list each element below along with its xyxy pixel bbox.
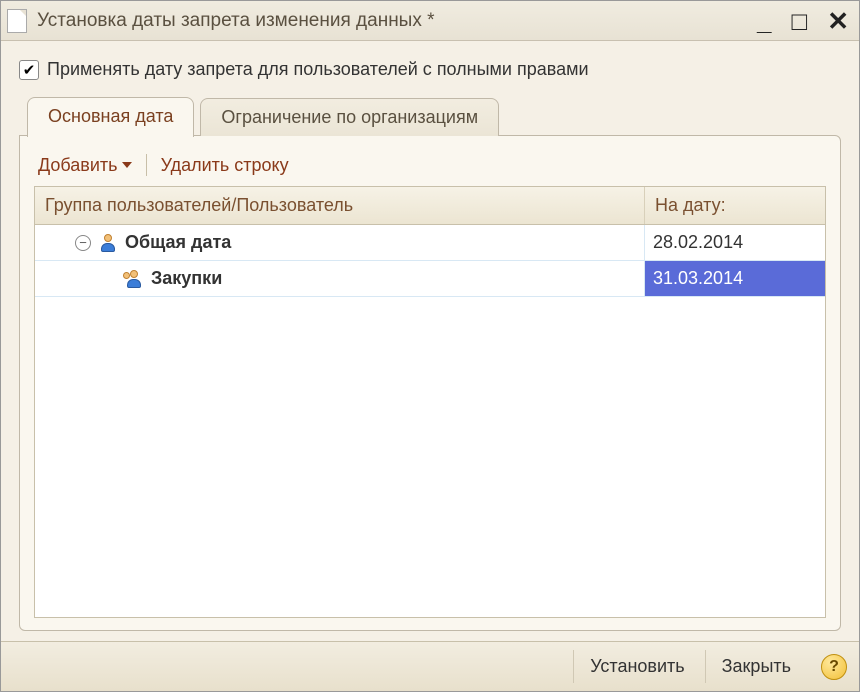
help-icon: ? bbox=[829, 658, 839, 676]
window: Установка даты запрета изменения данных … bbox=[0, 0, 860, 692]
apply-button[interactable]: Установить bbox=[573, 650, 700, 683]
chevron-down-icon bbox=[122, 162, 132, 168]
tabs: Основная дата Ограничение по организация… bbox=[19, 96, 841, 136]
users-grid: Группа пользователей/Пользователь На дат… bbox=[34, 186, 826, 618]
document-icon bbox=[7, 9, 27, 33]
users-group-icon bbox=[125, 270, 143, 288]
cell-group: Закупки bbox=[35, 261, 645, 296]
apply-button-label: Установить bbox=[590, 656, 684, 676]
collapse-icon[interactable]: − bbox=[75, 235, 91, 251]
minimize-button[interactable]: _ bbox=[753, 8, 775, 34]
user-icon bbox=[99, 234, 117, 252]
row-label: Закупки bbox=[151, 268, 222, 289]
tab-org-restriction-label: Ограничение по организациям bbox=[221, 107, 478, 127]
cell-date[interactable]: 28.02.2014 bbox=[645, 225, 825, 260]
grid-header: Группа пользователей/Пользователь На дат… bbox=[35, 187, 825, 225]
column-header-group[interactable]: Группа пользователей/Пользователь bbox=[35, 187, 645, 224]
tab-main-date-label: Основная дата bbox=[48, 106, 173, 126]
add-button[interactable]: Добавить bbox=[38, 155, 132, 176]
date-value: 28.02.2014 bbox=[653, 232, 743, 253]
table-row[interactable]: − Общая дата 28.02.2014 bbox=[35, 225, 825, 261]
add-button-label: Добавить bbox=[38, 155, 118, 176]
titlebar: Установка даты запрета изменения данных … bbox=[1, 1, 859, 41]
close-footer-label: Закрыть bbox=[722, 656, 791, 676]
tab-panel-main: Добавить Удалить строку Группа пользоват… bbox=[19, 135, 841, 631]
close-footer-button[interactable]: Закрыть bbox=[705, 650, 807, 683]
column-header-date[interactable]: На дату: bbox=[645, 187, 825, 224]
help-button[interactable]: ? bbox=[821, 654, 847, 680]
row-label: Общая дата bbox=[125, 232, 231, 253]
delete-row-label: Удалить строку bbox=[161, 155, 289, 176]
tab-main-date[interactable]: Основная дата bbox=[27, 97, 194, 137]
apply-full-rights-row: ✔ Применять дату запрета для пользовател… bbox=[19, 59, 841, 80]
cell-date[interactable]: 31.03.2014 bbox=[645, 261, 825, 296]
tabs-container: Основная дата Ограничение по организация… bbox=[19, 96, 841, 631]
close-button[interactable]: ✕ bbox=[823, 8, 853, 34]
window-buttons: _ □ ✕ bbox=[753, 8, 853, 34]
footer: Установить Закрыть ? bbox=[1, 641, 859, 691]
delete-row-button[interactable]: Удалить строку bbox=[161, 155, 289, 176]
tab-org-restriction[interactable]: Ограничение по организациям bbox=[200, 98, 499, 136]
toolbar-separator bbox=[146, 154, 147, 176]
content-area: ✔ Применять дату запрета для пользовател… bbox=[1, 41, 859, 641]
maximize-button[interactable]: □ bbox=[787, 8, 811, 34]
window-title: Установка даты запрета изменения данных … bbox=[37, 10, 753, 32]
grid-toolbar: Добавить Удалить строку bbox=[34, 148, 826, 186]
cell-group: − Общая дата bbox=[35, 225, 645, 260]
selected-date-value: 31.03.2014 bbox=[645, 261, 825, 296]
table-row[interactable]: Закупки 31.03.2014 bbox=[35, 261, 825, 297]
grid-body: − Общая дата 28.02.2014 bbox=[35, 225, 825, 617]
apply-full-rights-label: Применять дату запрета для пользователей… bbox=[47, 59, 589, 80]
apply-full-rights-checkbox[interactable]: ✔ bbox=[19, 60, 39, 80]
